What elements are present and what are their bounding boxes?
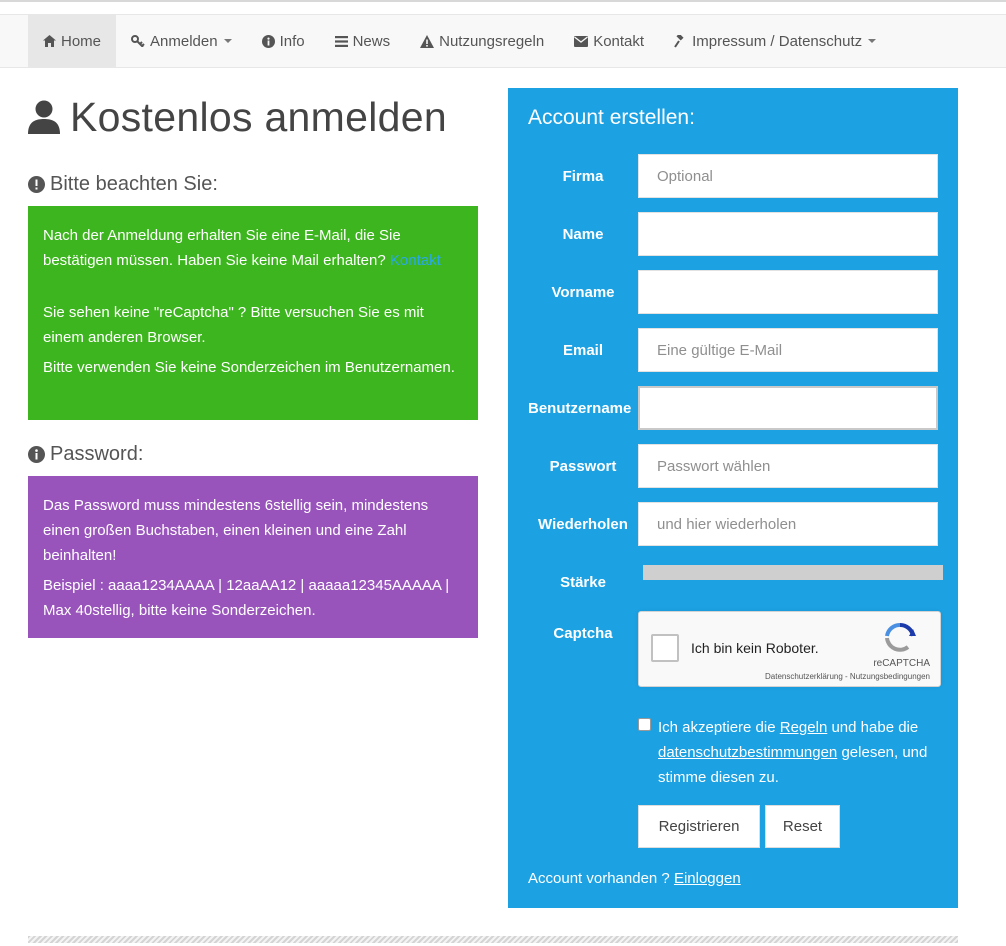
- accept-checkbox[interactable]: [638, 718, 651, 731]
- strength-label: Stärke: [560, 574, 606, 591]
- login-link[interactable]: Einloggen: [674, 870, 741, 887]
- info-circle-icon: [28, 445, 45, 463]
- captcha-label: Captcha: [553, 625, 613, 642]
- nav-item-nutzungsregeln[interactable]: Nutzungsregeln: [405, 15, 559, 67]
- caret-down-icon: [868, 39, 877, 43]
- email-label: Email: [562, 342, 604, 359]
- firma-label: Firma: [562, 168, 604, 185]
- wiederholen-input[interactable]: [638, 502, 938, 546]
- nav-item-impressum[interactable]: Impressum / Datenschutz: [659, 15, 891, 67]
- recaptcha-widget: Ich bin kein Roboter. reCAPTCHA Datensch…: [638, 611, 941, 687]
- passwort-label: Passwort: [549, 458, 617, 475]
- page-title-text: Kostenlos anmelden: [70, 93, 447, 140]
- nav-item-home[interactable]: Home: [28, 15, 117, 67]
- nav-item-anmelden[interactable]: Anmelden: [116, 15, 247, 67]
- envelope-icon: [574, 35, 589, 47]
- nav-item-label: Info: [279, 32, 305, 50]
- recaptcha-logo-icon: [883, 622, 917, 659]
- passwort-input[interactable]: [638, 444, 938, 488]
- page-title: Kostenlos anmelden: [28, 92, 447, 142]
- nav-item-news[interactable]: News: [320, 15, 406, 67]
- nav-item-label: Kontakt: [593, 32, 645, 50]
- benutzername-label: Benutzername: [528, 400, 632, 417]
- navbar: Home Anmelden Info News Nutzungsregeln K…: [0, 14, 1006, 68]
- list-icon: [334, 35, 348, 47]
- caret-down-icon: [223, 39, 232, 43]
- home-icon: [43, 35, 56, 47]
- nav-item-info[interactable]: Info: [247, 15, 320, 67]
- password-text-1: Das Password muss mindestens 6stellig se…: [43, 497, 429, 564]
- nav-item-label: Home: [61, 32, 102, 50]
- password-box: Das Password muss mindestens 6stellig se…: [28, 476, 478, 638]
- notice-heading-text: Bitte beachten Sie:: [50, 172, 218, 195]
- captcha-checkbox[interactable]: [651, 634, 679, 662]
- captcha-text: Ich bin kein Roboter.: [691, 640, 819, 656]
- password-heading: Password:: [28, 442, 143, 466]
- wiederholen-label: Wiederholen: [538, 516, 628, 533]
- recaptcha-brand: reCAPTCHA: [873, 658, 930, 669]
- notice-heading: Bitte beachten Sie:: [28, 172, 218, 196]
- gavel-icon: [674, 34, 687, 48]
- account-line: Account vorhanden ? Einloggen: [528, 870, 741, 887]
- info-circle-icon: [261, 34, 275, 48]
- vorname-label: Vorname: [551, 284, 615, 301]
- key-icon: [131, 35, 145, 47]
- password-heading-text: Password:: [50, 442, 144, 465]
- nav-item-label: Anmelden: [150, 32, 218, 50]
- nav-item-label: News: [352, 32, 391, 50]
- notice-text-1: Nach der Anmeldung erhalten Sie eine E-M…: [43, 227, 441, 269]
- exclamation-circle-icon: [28, 175, 45, 193]
- vorname-input[interactable]: [638, 270, 938, 314]
- password-strength-bar: [643, 565, 943, 580]
- user-icon: [28, 100, 60, 134]
- nav-item-label: Nutzungsregeln: [439, 32, 545, 50]
- privacy-link[interactable]: datenschutzbestimmungen: [658, 744, 837, 761]
- nav-item-kontakt[interactable]: Kontakt: [559, 15, 659, 67]
- accept-text: Ich akzeptiere die Regeln und habe die d…: [658, 719, 928, 786]
- benutzername-input[interactable]: [638, 386, 938, 430]
- notice-box: Nach der Anmeldung erhalten Sie eine E-M…: [28, 206, 478, 420]
- nav-menu: Home Anmelden Info News Nutzungsregeln K…: [28, 15, 891, 67]
- panel-title: Account erstellen:: [528, 106, 695, 129]
- rules-link[interactable]: Regeln: [780, 719, 828, 736]
- name-input[interactable]: [638, 212, 938, 256]
- footer-divider: [28, 936, 958, 943]
- register-panel: Account erstellen: Firma Name Vorname Em…: [508, 88, 958, 908]
- email-input[interactable]: [638, 328, 938, 372]
- recaptcha-links[interactable]: Datenschutzerklärung - Nutzungsbedingung…: [765, 672, 930, 681]
- notice-text-3: Bitte verwenden Sie keine Sonderzeichen …: [43, 359, 455, 376]
- reset-button[interactable]: Reset: [765, 805, 840, 848]
- password-text-2: Beispiel : aaaa1234AAAA | 12aaAA12 | aaa…: [43, 577, 450, 619]
- register-button[interactable]: Registrieren: [638, 805, 760, 848]
- nav-item-label: Impressum / Datenschutz: [692, 32, 863, 50]
- name-label: Name: [562, 226, 604, 243]
- warning-icon: [420, 34, 435, 48]
- notice-text-2: Sie sehen keine "reCaptcha" ? Bitte vers…: [43, 304, 424, 346]
- firma-input[interactable]: [638, 154, 938, 198]
- top-border: [0, 0, 1006, 2]
- kontakt-link[interactable]: Kontakt: [390, 252, 441, 269]
